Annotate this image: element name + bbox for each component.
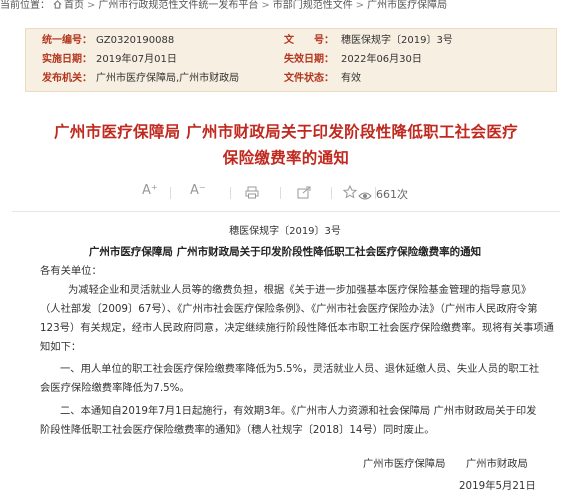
breadcrumb-separator: > bbox=[87, 0, 96, 11]
status-value: 有效 bbox=[341, 73, 361, 84]
toolbar-divider bbox=[331, 187, 332, 199]
expire-date-value: 2022年06月30日 bbox=[341, 54, 422, 65]
notice-subtitle: 广州市医疗保障局 广州市财政局关于印发阶段性降低职工社会医疗保险缴费率的通知 bbox=[88, 246, 482, 258]
toolbar-divider bbox=[170, 187, 171, 199]
breadcrumb-separator: > bbox=[355, 0, 365, 11]
breadcrumb-home[interactable]: 首页 bbox=[64, 0, 84, 11]
page-title: 广州市医疗保障局 广州市财政局关于印发阶段性降低职工社会医疗 保险缴费率的通知 bbox=[40, 119, 532, 171]
breadcrumb-lead: 当前位置： bbox=[0, 0, 50, 11]
divider bbox=[12, 211, 560, 212]
paragraph-1-line-1: 为减轻企业和灵活就业人员等的缴费负担，根据《关于进一步加强基本医疗保险基金管理的… bbox=[68, 284, 532, 296]
share-icon[interactable] bbox=[297, 186, 311, 199]
view-count-value: 661次 bbox=[376, 188, 408, 201]
page-title-line-1: 广州市医疗保障局 广州市财政局关于印发阶段性降低职工社会医疗 bbox=[54, 123, 518, 141]
breadcrumb: 当前位置： 首页 > 广州市行政规范性文件统一发布平台 > 市部门规范性文件 > 广州市医疗保… bbox=[0, 0, 570, 14]
paragraph-2-line-2: 会医疗保险缴费率降低为7.5%。 bbox=[40, 382, 190, 394]
document-meta-panel: 统一编号： GZ0320190088 文 号： 穗医保规字〔2019〕3号 实施… bbox=[25, 28, 557, 92]
paragraph-3-line-2: 阶段性降低职工社会医疗保险缴费率的通知》（穗人社规字〔2018〕14号）同时废止… bbox=[40, 424, 435, 436]
issue-date: 2019年5月21日 bbox=[459, 480, 536, 492]
font-decrease-button[interactable]: A⁻ bbox=[190, 183, 206, 198]
effective-date-value: 2019年07月01日 bbox=[96, 54, 177, 65]
doc-no-value: 穗医保规字〔2019〕3号 bbox=[341, 35, 453, 46]
breadcrumb-dept-docs[interactable]: 市部门规范性文件 bbox=[273, 0, 353, 11]
doc-no-label: 文 号： bbox=[284, 35, 334, 46]
signature-finance: 广州市财政局 bbox=[466, 458, 528, 470]
print-icon[interactable] bbox=[245, 186, 259, 199]
toolbar-divider bbox=[230, 187, 231, 199]
breadcrumb-bureau[interactable]: 广州市医疗保障局 bbox=[367, 0, 447, 11]
salutation: 各有关单位： bbox=[40, 265, 102, 277]
star-icon[interactable] bbox=[343, 185, 357, 199]
view-count: 661次 bbox=[358, 186, 408, 202]
paragraph-2-line-1: 一、用人单位的职工社会医疗保险缴费率降低为5.5%，灵活就业人员、退休延缴人员、… bbox=[60, 363, 540, 375]
home-icon[interactable] bbox=[53, 0, 62, 9]
signature-bureau: 广州市医疗保障局 bbox=[363, 458, 446, 470]
font-increase-button[interactable]: A⁺ bbox=[142, 183, 158, 198]
toolbar-divider bbox=[280, 187, 281, 199]
breadcrumb-separator: > bbox=[261, 0, 270, 11]
paragraph-3-line-1: 二、本通知自2019年7月1日起施行，有效期3年。《广州市人力资源和社会保障局 … bbox=[60, 405, 537, 417]
unified-no-value: GZ0320190088 bbox=[96, 35, 175, 46]
status-label: 文件状态： bbox=[284, 73, 334, 84]
expire-date-label: 失效日期： bbox=[284, 54, 334, 65]
eye-icon bbox=[358, 192, 372, 200]
unified-no-label: 统一编号： bbox=[42, 35, 92, 46]
document-number: 穗医保规字〔2019〕3号 bbox=[229, 226, 341, 237]
paragraph-1-line-2: （人社部发〔2009〕67号）、《广州市社会医疗保险条例》、《广州市社会医疗保险… bbox=[40, 303, 538, 315]
issuer-value: 广州市医疗保障局,广州市财政局 bbox=[96, 73, 240, 84]
effective-date-label: 实施日期： bbox=[42, 54, 92, 65]
breadcrumb-platform[interactable]: 广州市行政规范性文件统一发布平台 bbox=[98, 0, 258, 11]
issuer-label: 发布机关： bbox=[42, 73, 92, 84]
paragraph-1-line-3: 123号）有关规定，经市人民政府同意，决定继续施行阶段性降低本市职工社会医疗保险… bbox=[40, 322, 554, 334]
page-title-line-2: 保险缴费率的通知 bbox=[222, 149, 350, 167]
paragraph-1-line-4: 知如下： bbox=[40, 341, 82, 353]
